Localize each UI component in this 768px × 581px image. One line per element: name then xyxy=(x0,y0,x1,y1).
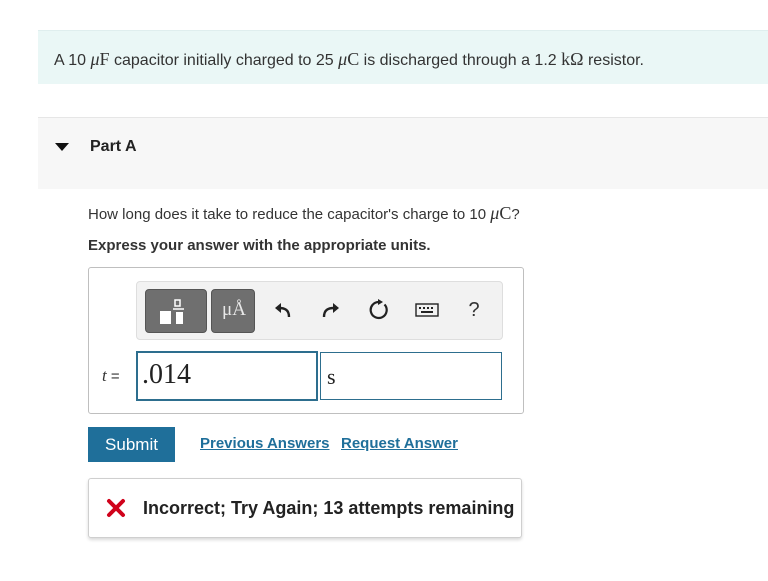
reset-icon[interactable] xyxy=(366,296,392,324)
incorrect-x-icon xyxy=(107,499,125,517)
units-button[interactable]: μÅ xyxy=(211,289,255,333)
variable-label: t = xyxy=(102,366,120,385)
problem-text-3: is discharged through a 1.2 xyxy=(363,52,557,69)
feedback-text: Incorrect; Try Again; 13 attempts remain… xyxy=(143,498,515,518)
units-button-label: μÅ xyxy=(222,299,246,320)
templates-button[interactable] xyxy=(145,289,207,333)
problem-text-4: resistor. xyxy=(587,52,644,69)
keyboard-icon[interactable] xyxy=(414,296,440,324)
problem-statement: A 10 μF capacitor initially charged to 2… xyxy=(38,30,768,84)
collapse-caret-icon[interactable] xyxy=(55,143,69,151)
part-title: Part A xyxy=(90,138,137,155)
help-icon[interactable]: ? xyxy=(461,296,487,324)
unit-microfarad: μF xyxy=(90,49,110,69)
unit-microcoulomb: μC xyxy=(490,203,512,223)
answer-value-input[interactable]: .014 xyxy=(136,351,318,401)
math-toolbar: μÅ ? xyxy=(136,281,503,340)
submit-button[interactable]: Submit xyxy=(88,427,175,462)
previous-answers-link[interactable]: Previous Answers xyxy=(200,435,330,452)
problem-text-2: capacitor initially charged to 25 xyxy=(114,52,334,69)
answer-instruction: Express your answer with the appropriate… xyxy=(88,237,431,254)
unit-microcoulomb: μC xyxy=(338,49,360,69)
answer-box: μÅ ? t = .014 s xyxy=(88,267,524,414)
answer-unit-input[interactable]: s xyxy=(320,352,502,400)
undo-icon[interactable] xyxy=(271,296,297,324)
problem-text-1: A 10 xyxy=(54,52,87,69)
redo-icon[interactable] xyxy=(317,296,343,324)
fraction-template-icon xyxy=(160,299,184,324)
part-a-header[interactable]: Part A xyxy=(38,117,768,189)
feedback-box: Incorrect; Try Again; 13 attempts remain… xyxy=(88,478,522,538)
request-answer-link[interactable]: Request Answer xyxy=(341,435,458,452)
unit-kiloohm: kΩ xyxy=(561,49,584,69)
question-text: How long does it take to reduce the capa… xyxy=(88,203,520,223)
